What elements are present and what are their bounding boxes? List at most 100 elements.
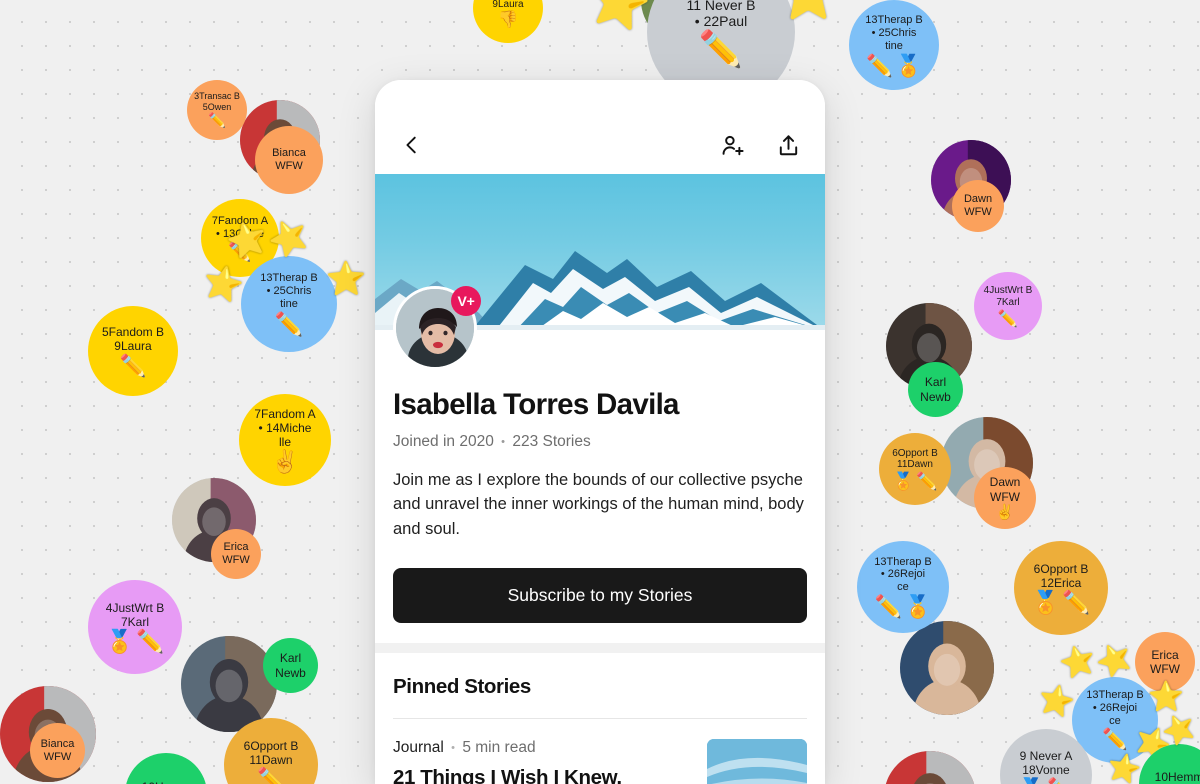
bubble-emoji-row: ✏️ 🏅 [875, 596, 932, 618]
community-bubble[interactable]: 5Fandom B 9Laura 👎 [473, 0, 543, 43]
pencil-icon: ✏️ [866, 52, 893, 78]
avatar-photo-bubble[interactable] [900, 621, 994, 715]
community-bubble[interactable]: Karl Newb [263, 638, 318, 693]
medal-icon: 🏅 [904, 594, 932, 620]
community-bubble[interactable]: Dawn WFW ✌️ [974, 467, 1036, 529]
pencil-icon: ✏️ [136, 628, 165, 654]
community-bubble[interactable]: 4JustWrt B 7Karl 🏅 ✏️ [88, 580, 182, 674]
joined-label: Joined in 2020 [393, 433, 494, 450]
medal-icon: 🏅 [1018, 779, 1046, 784]
story-meta-separator: • [451, 741, 456, 754]
bubble-label: 4JustWrt B 7Karl [983, 285, 1033, 308]
pencil-icon: ✏️ [916, 471, 938, 492]
profile-details: V+ Isabella Torres Davila Joined in 2020… [375, 286, 825, 643]
bubble-label: 13Therap B • 26Rejoi ce [874, 555, 932, 594]
profile-meta: Joined in 2020 • 223 Stories [393, 433, 807, 451]
avatar-container: V+ [393, 286, 481, 370]
photo-thumbnail [900, 621, 994, 715]
community-bubble[interactable]: 6Opport B 11Dawn 🏅 ✏️ [879, 433, 951, 505]
story-read-time: 5 min read [462, 738, 536, 756]
bubble-emoji-row: ✌️ [995, 504, 1015, 521]
peace-hand-icon: ✌️ [271, 449, 299, 475]
medal-icon: 🏅 [1031, 589, 1060, 615]
medal-icon: 🏅 [105, 628, 134, 654]
back-button[interactable] [397, 130, 427, 160]
pencil-icon: ✏️ [1047, 779, 1075, 784]
community-bubble[interactable]: 3Transac B 5Owen ✏️ [187, 80, 247, 140]
bubble-emoji-row: ✌️ [271, 451, 299, 473]
community-bubble[interactable]: 13Therap B • 26Rejoi ce ✏️ 🏅 [857, 541, 949, 633]
app-top-bar [375, 80, 825, 174]
share-button[interactable] [773, 130, 803, 160]
avatar-photo-bubble[interactable] [884, 751, 976, 784]
bubble-label: 6Opport B 12Erica [1033, 561, 1089, 590]
bubble-emoji-row: ✏️ [1102, 728, 1128, 752]
add-person-button[interactable] [717, 130, 747, 160]
story-meta: Journal • 5 min read [393, 739, 668, 757]
bubble-label: Erica WFW [222, 541, 250, 566]
bubble-emoji-row: ✏️ [228, 240, 252, 262]
community-bubble[interactable]: Dawn WFW [952, 180, 1004, 232]
story-title: 21 Things I Wish I Knew, Back When I Was… [393, 765, 622, 784]
pencil-icon: ✏️ [874, 594, 903, 620]
community-bubble[interactable]: Karl Newb [908, 362, 963, 417]
bubble-label: 6Opport B 11Dawn [243, 738, 299, 767]
stories-count: 223 Stories [512, 433, 591, 450]
bubble-label: Bianca WFW [272, 147, 306, 172]
pinned-stories-section: Pinned Stories Journal • 5 min read 21 T… [375, 652, 825, 784]
community-bubble[interactable]: ⭐⭐⭐10Hemm 19Angel [1104, 707, 1200, 784]
star-icon: ⭐ [324, 259, 367, 298]
pencil-icon: ✏️ [1102, 728, 1128, 752]
community-bubble[interactable]: 4JustWrt B 7Karl ✏️ [974, 272, 1042, 340]
community-bubble[interactable]: Bianca WFW [255, 126, 323, 194]
bubble-label: Dawn WFW [963, 193, 993, 218]
bubble-label: 11 Never B • 22Paul [686, 0, 756, 30]
bubble-emoji-row: ✏️ [120, 355, 147, 377]
star-icon: ⭐ [1091, 637, 1138, 683]
community-bubble[interactable]: Erica WFW [211, 529, 261, 579]
story-thumbnail[interactable] [707, 738, 807, 784]
bubble-label: 5Fandom B 9Laura [492, 0, 524, 10]
bubble-label: 4JustWrt B 7Karl [105, 600, 165, 629]
community-bubble[interactable]: 13Therap B • 25Chris tine ✏️ 🏅 [849, 0, 939, 90]
community-bubble[interactable]: 10Hemm 19Angel [125, 753, 207, 784]
bubble-label: 10Hemm 19Angel [1154, 769, 1200, 784]
community-bubble[interactable]: Bianca WFW [30, 723, 85, 778]
medal-icon: 🏅 [892, 471, 915, 492]
section-divider [375, 642, 825, 653]
bubble-emoji-row: ✏️ [256, 766, 286, 784]
pinned-stories-heading: Pinned Stories [393, 674, 531, 698]
bubble-emoji-row: 🏅✏️ [105, 628, 165, 654]
star-icon: ⭐ [1157, 707, 1200, 750]
bubble-label: Karl Newb [275, 651, 306, 680]
subscribe-button[interactable]: Subscribe to my Stories [393, 567, 807, 623]
verified-badge-label: V+ [457, 293, 475, 309]
community-bubble[interactable]: Erica WFW [1135, 632, 1195, 692]
bubble-emoji-row: 👎 [498, 12, 519, 29]
bubble-label: 10Hemm 19Angel [135, 780, 197, 784]
verified-plus-badge: V+ [451, 286, 481, 316]
share-upload-icon [779, 134, 797, 155]
story-category: Journal [393, 738, 444, 756]
pencil-icon: ✏️ [228, 240, 252, 262]
community-bubble[interactable]: ⭐ ⭐ ⭐ ⭐ 13Therap B • 25Chris tine ✏️ [199, 212, 366, 352]
bubble-label: 7Fandom A • 14Miche lle [254, 406, 316, 450]
bubble-label: 5Fandom B 9Laura [101, 325, 165, 354]
bubble-label: 13Therap B • 26Rejoi ce [1086, 689, 1144, 728]
pencil-icon: ✏️ [997, 309, 1019, 328]
person-add-icon [722, 135, 744, 155]
list-item[interactable]: Journal • 5 min read 21 Things I Wish I … [393, 719, 807, 784]
profile-card: V+ Isabella Torres Davila Joined in 2020… [375, 80, 825, 784]
pencil-icon: ✏️ [698, 28, 744, 69]
pencil-icon: ✏️ [256, 766, 286, 784]
bubble-label: 9 Never A 18Vonne [1019, 748, 1073, 777]
community-bubble[interactable]: 6Opport B 12Erica 🏅 ✏️ [1014, 541, 1108, 635]
peace-hand-icon: ✌️ [995, 504, 1015, 521]
community-bubble[interactable]: 7Fandom A • 14Miche lle ✌️ [239, 394, 331, 486]
thumbs-down-icon: 👎 [497, 10, 519, 30]
pencil-icon: ✏️ [274, 310, 304, 337]
page-title: Isabella Torres Davila [393, 388, 679, 421]
bubble-emoji-row: ✏️ [997, 309, 1019, 328]
bubble-label: 7Fandom A • 13Chloe [211, 214, 269, 240]
community-bubble[interactable]: 5Fandom B 9Laura ✏️ [88, 306, 178, 396]
